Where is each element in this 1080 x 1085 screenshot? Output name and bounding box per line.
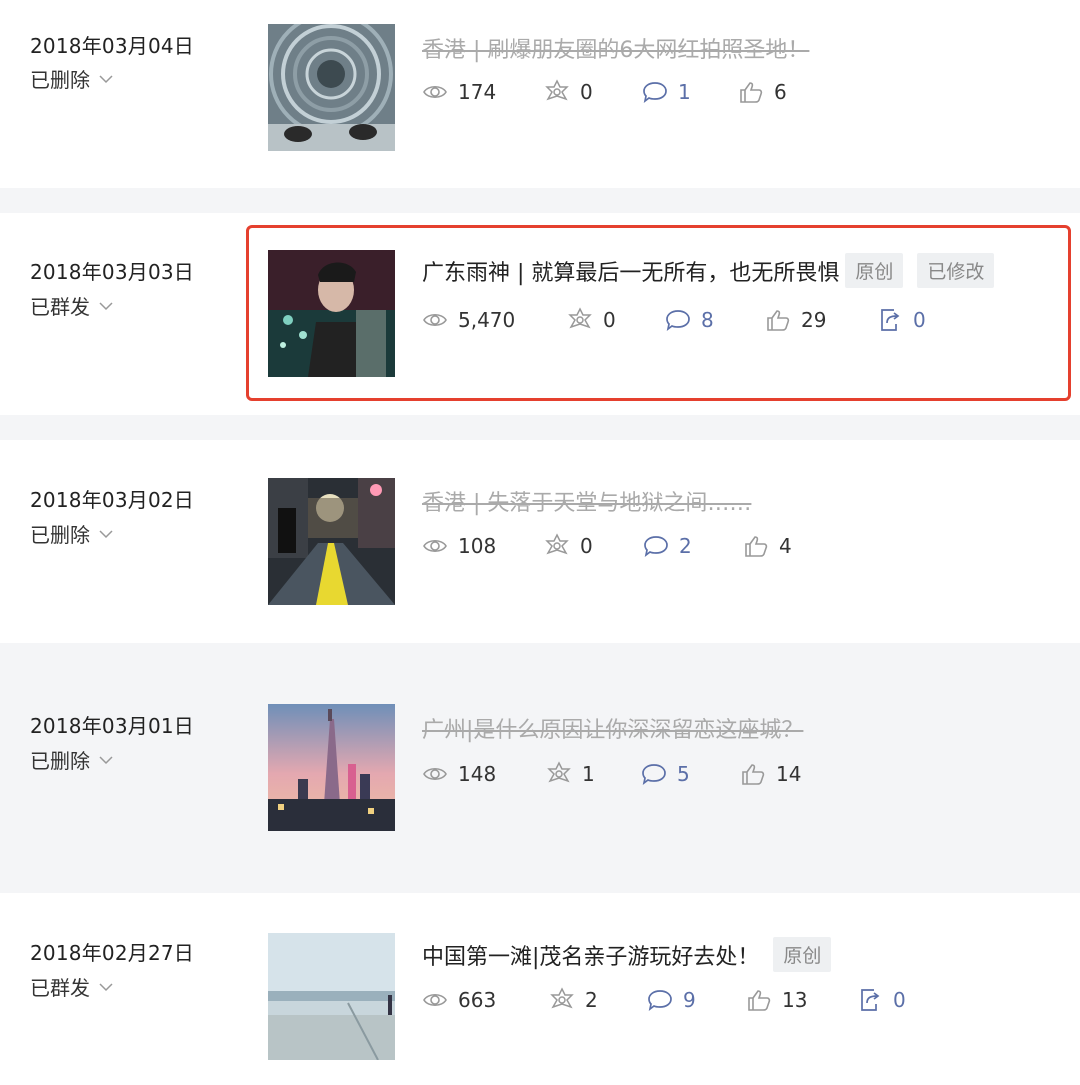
- status-label: 已群发: [30, 295, 90, 319]
- repost-icon: [881, 309, 900, 331]
- eye-icon: [423, 767, 447, 781]
- views-stat: 148: [422, 759, 496, 789]
- likes-stat: 29: [765, 305, 826, 335]
- comments-stat[interactable]: 1: [642, 77, 691, 107]
- status-dropdown[interactable]: 已群发: [30, 972, 114, 1001]
- share-star-icon: [550, 987, 574, 1009]
- status-label: 已删除: [30, 523, 90, 547]
- shares-stat: 0: [544, 531, 593, 561]
- share-star-icon: [545, 79, 569, 101]
- thumbs-up-icon: [742, 764, 765, 785]
- article-thumbnail[interactable]: [268, 478, 395, 605]
- thumbs-up-icon: [767, 310, 790, 331]
- article-row: 2018年02月27日 已群发 中国第一滩|茂名亲子游玩好去处！ 原创 663: [0, 893, 1080, 1085]
- tag-original: 原创: [845, 253, 904, 288]
- eye-icon: [423, 993, 447, 1007]
- article-title[interactable]: 香港 | 失落于天堂与地狱之间……: [422, 485, 751, 517]
- article-row: 2018年03月03日 已群发 广东雨神 | 就算最后一无所有，也无所畏惧 原创: [0, 213, 1080, 415]
- comment-bubble-icon: [644, 536, 668, 558]
- likes-stat: 4: [743, 531, 792, 561]
- comments-stat[interactable]: 2: [643, 531, 692, 561]
- shares-stat: 1: [546, 759, 595, 789]
- status-dropdown[interactable]: 已删除: [30, 64, 114, 93]
- likes-stat: 6: [738, 77, 787, 107]
- views-stat: 108: [422, 531, 496, 561]
- article-title[interactable]: 广州|是什么原因让你深深留恋这座城？: [422, 712, 803, 744]
- shares-stat: 2: [549, 985, 598, 1015]
- reposts-stat[interactable]: 0: [877, 305, 926, 335]
- chevron-down-icon: [99, 982, 113, 991]
- status-dropdown[interactable]: 已删除: [30, 745, 114, 774]
- status-dropdown[interactable]: 已群发: [30, 291, 114, 320]
- comment-bubble-icon: [648, 990, 672, 1012]
- article-date: 2018年03月01日: [30, 714, 194, 738]
- views-stat: 174: [422, 77, 496, 107]
- status-dropdown[interactable]: 已删除: [30, 519, 114, 548]
- eye-icon: [423, 539, 447, 553]
- article-title[interactable]: 香港 | 刷爆朋友圈的6大网红拍照圣地！: [422, 32, 809, 64]
- comment-bubble-icon: [642, 764, 666, 786]
- eye-icon: [423, 313, 447, 327]
- comment-bubble-icon: [643, 82, 667, 104]
- article-thumbnail[interactable]: [268, 250, 395, 377]
- status-label: 已群发: [30, 976, 90, 1000]
- repost-icon: [861, 989, 880, 1011]
- reposts-stat[interactable]: 0: [857, 985, 906, 1015]
- article-title[interactable]: 广东雨神 | 就算最后一无所有，也无所畏惧 原创 已修改: [422, 253, 995, 288]
- status-label: 已删除: [30, 749, 90, 773]
- thumbs-up-icon: [748, 990, 771, 1011]
- views-stat: 663: [422, 985, 496, 1015]
- article-date: 2018年03月04日: [30, 34, 194, 58]
- article-row: 2018年03月02日 已删除 香港 | 失落于天堂与地狱之间…… 108 0 …: [0, 440, 1080, 643]
- article-list: 2018年03月04日 已删除 香港 | 刷爆朋友圈的6大网红拍照圣地！ 174…: [0, 0, 1080, 1085]
- tag-original: 原创: [773, 937, 832, 972]
- comment-bubble-icon: [666, 310, 690, 332]
- eye-icon: [423, 85, 447, 99]
- chevron-down-icon: [99, 74, 113, 83]
- chevron-down-icon: [99, 529, 113, 538]
- share-star-icon: [547, 761, 571, 783]
- article-date: 2018年02月27日: [30, 941, 194, 965]
- comments-stat[interactable]: 9: [647, 985, 696, 1015]
- shares-stat: 0: [544, 77, 593, 107]
- share-star-icon: [568, 307, 592, 329]
- comments-stat[interactable]: 8: [665, 305, 714, 335]
- comments-stat[interactable]: 5: [641, 759, 690, 789]
- chevron-down-icon: [99, 755, 113, 764]
- tag-modified: 已修改: [917, 253, 995, 288]
- article-row: 2018年03月01日 已删除 广州|是什么原因让你深深留恋这座城？ 148 1…: [0, 680, 1080, 856]
- article-thumbnail[interactable]: [268, 704, 395, 831]
- shares-stat: 0: [567, 305, 616, 335]
- likes-stat: 13: [746, 985, 807, 1015]
- likes-stat: 14: [740, 759, 801, 789]
- thumbs-up-icon: [745, 536, 768, 557]
- views-stat: 5,470: [422, 305, 515, 335]
- article-thumbnail[interactable]: [268, 933, 395, 1060]
- article-date: 2018年03月03日: [30, 260, 194, 284]
- status-label: 已删除: [30, 68, 90, 92]
- chevron-down-icon: [99, 301, 113, 310]
- thumbs-up-icon: [740, 82, 763, 103]
- share-star-icon: [545, 533, 569, 555]
- article-date: 2018年03月02日: [30, 488, 194, 512]
- article-thumbnail[interactable]: [268, 24, 395, 151]
- article-title[interactable]: 中国第一滩|茂名亲子游玩好去处！ 原创: [422, 937, 832, 972]
- article-row: 2018年03月04日 已删除 香港 | 刷爆朋友圈的6大网红拍照圣地！ 174…: [0, 0, 1080, 188]
